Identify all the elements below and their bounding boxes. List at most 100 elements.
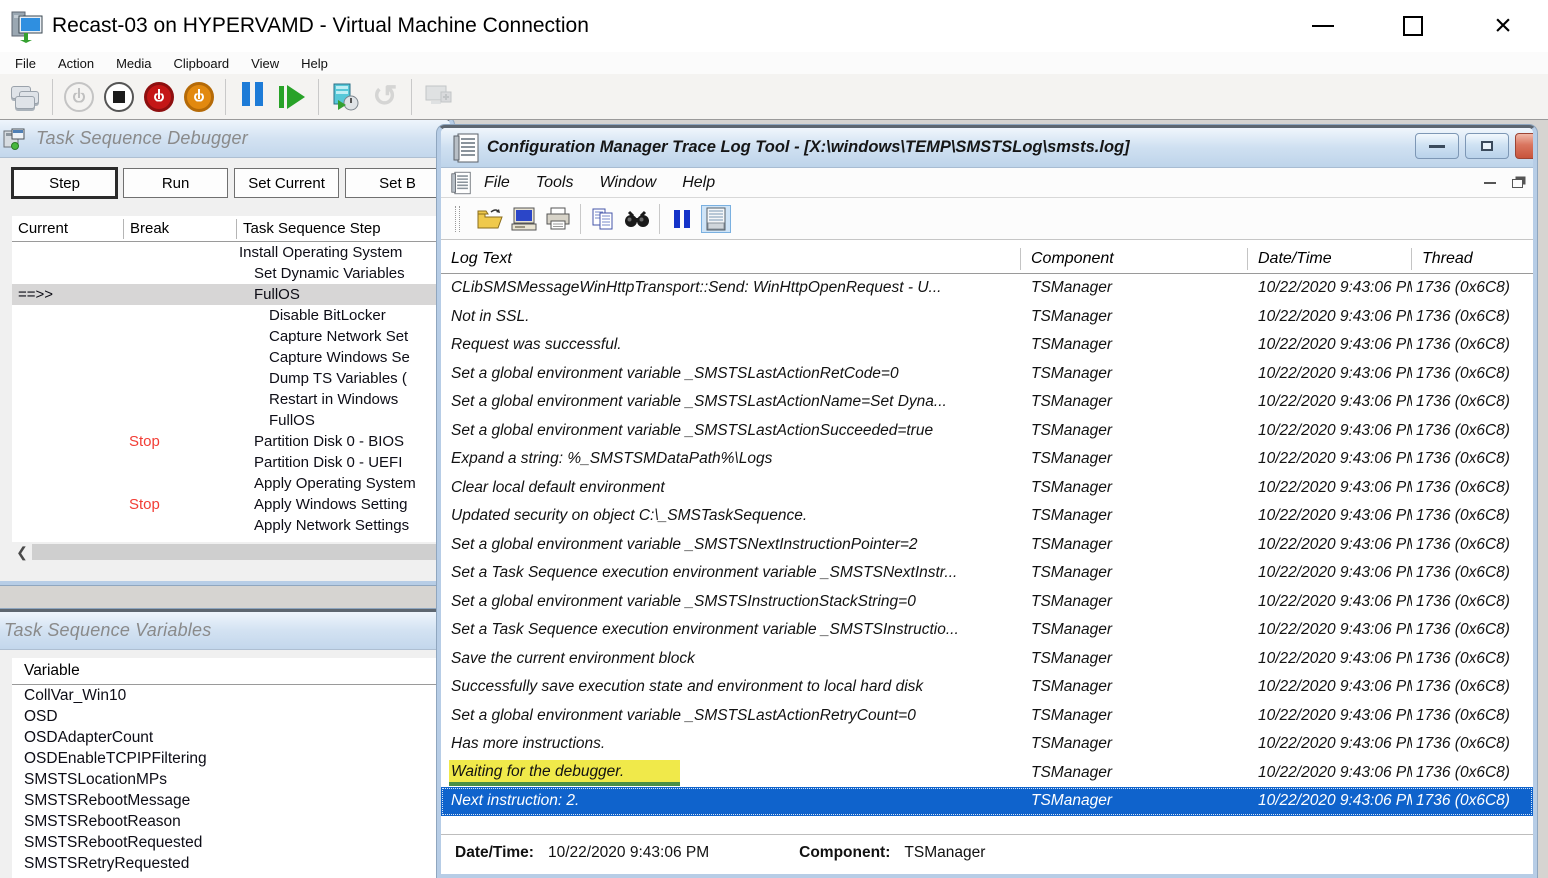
column-break[interactable]: Break: [124, 219, 237, 239]
column-current[interactable]: Current: [12, 219, 124, 239]
variable-row[interactable]: OSD: [12, 706, 452, 727]
log-row[interactable]: Not in SSL. TSManager 10/22/2020 9:43:06…: [441, 303, 1533, 332]
print-icon[interactable]: [543, 205, 573, 233]
debugger-step-row[interactable]: Install Operating System: [12, 242, 452, 263]
log-row[interactable]: Successfully save execution state and en…: [441, 673, 1533, 702]
turn-off-icon[interactable]: [102, 80, 136, 114]
host-menu-item[interactable]: Help: [290, 56, 339, 71]
log-row[interactable]: Set a Task Sequence execution environmen…: [441, 616, 1533, 645]
log-row[interactable]: Waiting for the debugger. TSManager 10/2…: [441, 759, 1533, 788]
debugger-step-row[interactable]: Partition Disk 0 - UEFI: [12, 452, 452, 473]
cmtrace-restore-button[interactable]: [1465, 133, 1509, 159]
column-log-text[interactable]: Log Text: [441, 248, 1021, 270]
pause-icon[interactable]: [235, 80, 269, 114]
debugger-titlebar[interactable]: Task Sequence Debugger: [0, 120, 450, 158]
cmtrace-titlebar[interactable]: Configuration Manager Trace Log Tool - […: [441, 128, 1533, 168]
log-document-icon[interactable]: [451, 171, 471, 195]
debugger-step-row[interactable]: Restart in Windows: [12, 389, 452, 410]
save-state-icon[interactable]: [182, 80, 216, 114]
log-row[interactable]: Request was successful. TSManager 10/22/…: [441, 331, 1533, 360]
log-row[interactable]: Has more instructions. TSManager 10/22/2…: [441, 730, 1533, 759]
column-component[interactable]: Component: [1021, 248, 1248, 270]
variable-row[interactable]: SMSTSRebootMessage: [12, 790, 452, 811]
log-row[interactable]: Set a global environment variable _SMSTS…: [441, 702, 1533, 731]
debugger-step-row[interactable]: Apply Operating System: [12, 473, 452, 494]
child-minimize-icon[interactable]: [1484, 182, 1496, 185]
log-row[interactable]: Set a Task Sequence execution environmen…: [441, 559, 1533, 588]
log-row[interactable]: Expand a string: %_SMSTSMDataPath%\Logs …: [441, 445, 1533, 474]
scroll-left-icon[interactable]: ❮: [12, 544, 32, 561]
reset-icon[interactable]: [275, 80, 309, 114]
debugger-step-row[interactable]: Stop Apply Windows Setting: [12, 494, 452, 515]
minimize-icon: [1429, 145, 1445, 148]
scrollbar-track[interactable]: [32, 544, 450, 560]
debugger-step-row[interactable]: Capture Windows Se: [12, 347, 452, 368]
debugger-button[interactable]: Set Current: [234, 168, 339, 198]
log-row[interactable]: Save the current environment block TSMan…: [441, 645, 1533, 674]
pause-monitoring-icon[interactable]: [667, 205, 697, 233]
cmtrace-menu-item[interactable]: Tools: [523, 174, 587, 192]
debugger-horizontal-scrollbar[interactable]: ❮: [12, 542, 452, 562]
debugger-button[interactable]: Set B: [345, 168, 450, 198]
log-row[interactable]: Set a global environment variable _SMSTS…: [441, 388, 1533, 417]
host-menu-item[interactable]: Action: [47, 56, 105, 71]
debugger-step-row[interactable]: Capture Network Set: [12, 326, 452, 347]
highlight-icon[interactable]: [701, 205, 731, 233]
log-component-cell: TSManager: [1021, 336, 1248, 354]
revert-icon[interactable]: ↺: [368, 80, 402, 114]
pane-splitter[interactable]: [441, 816, 1533, 834]
debugger-step-row[interactable]: Stop Partition Disk 0 - BIOS: [12, 431, 452, 452]
start-icon[interactable]: [62, 80, 96, 114]
debugger-step-row[interactable]: Dump TS Variables (: [12, 368, 452, 389]
log-row[interactable]: Set a global environment variable _SMSTS…: [441, 417, 1533, 446]
log-row[interactable]: Next instruction: 2. TSManager 10/22/202…: [441, 787, 1533, 816]
variable-row[interactable]: SMSTSLocationMPs: [12, 769, 452, 790]
log-row[interactable]: Set a global environment variable _SMSTS…: [441, 531, 1533, 560]
host-menu-item[interactable]: File: [4, 56, 47, 71]
open-file-icon[interactable]: [475, 205, 505, 233]
debugger-button[interactable]: Run: [123, 168, 228, 198]
variable-row[interactable]: OSDAdapterCount: [12, 727, 452, 748]
host-maximize-button[interactable]: [1368, 0, 1458, 52]
column-datetime[interactable]: Date/Time: [1248, 248, 1412, 270]
variable-row[interactable]: CollVar_Win10: [12, 685, 452, 706]
enhanced-session-icon[interactable]: [421, 80, 455, 114]
log-row[interactable]: Clear local default environment TSManage…: [441, 474, 1533, 503]
cmtrace-menu-item[interactable]: File: [471, 174, 523, 192]
variable-row[interactable]: SMSTSRetryRequested: [12, 853, 452, 874]
cmtrace-minimize-button[interactable]: [1415, 133, 1459, 159]
log-row[interactable]: CLibSMSMessageWinHttpTransport::Send: Wi…: [441, 274, 1533, 303]
variable-row[interactable]: SMSTSRebootRequested: [12, 832, 452, 853]
cmtrace-menu-item[interactable]: Window: [586, 174, 669, 192]
variables-titlebar[interactable]: Task Sequence Variables: [0, 612, 450, 650]
host-menu-item[interactable]: Media: [105, 56, 162, 71]
debugger-step-row[interactable]: FullOS: [12, 410, 452, 431]
debugger-step-row[interactable]: Apply Network Settings: [12, 515, 452, 536]
debugger-step-row[interactable]: ==>> FullOS: [12, 284, 452, 305]
host-menu-item[interactable]: Clipboard: [163, 56, 241, 71]
step-name: Partition Disk 0 - UEFI: [237, 452, 452, 473]
find-icon[interactable]: [622, 205, 652, 233]
host-minimize-button[interactable]: [1278, 0, 1368, 52]
log-row[interactable]: Set a global environment variable _SMSTS…: [441, 588, 1533, 617]
debugger-step-row[interactable]: Set Dynamic Variables: [12, 263, 452, 284]
host-close-button[interactable]: ×: [1458, 0, 1548, 52]
variable-row[interactable]: SMSTSRebootReason: [12, 811, 452, 832]
column-thread[interactable]: Thread: [1412, 248, 1533, 270]
child-restore-icon[interactable]: [1512, 179, 1523, 188]
cmtrace-menu-item[interactable]: Help: [669, 174, 728, 192]
column-variable[interactable]: Variable: [12, 658, 452, 685]
ctrl-alt-del-icon[interactable]: [9, 80, 43, 114]
copy-icon[interactable]: [588, 205, 618, 233]
cmtrace-close-button[interactable]: [1515, 133, 1537, 159]
host-menu-item[interactable]: View: [240, 56, 290, 71]
column-task-sequence-step[interactable]: Task Sequence Step: [237, 219, 452, 239]
shut-down-icon[interactable]: [142, 80, 176, 114]
variable-row[interactable]: OSDEnableTCPIPFiltering: [12, 748, 452, 769]
log-row[interactable]: Set a global environment variable _SMSTS…: [441, 360, 1533, 389]
checkpoint-icon[interactable]: [328, 80, 362, 114]
debugger-step-row[interactable]: Disable BitLocker: [12, 305, 452, 326]
error-lookup-icon[interactable]: [509, 205, 539, 233]
log-row[interactable]: Updated security on object C:\_SMSTaskSe…: [441, 502, 1533, 531]
debugger-button[interactable]: Step: [12, 168, 117, 198]
